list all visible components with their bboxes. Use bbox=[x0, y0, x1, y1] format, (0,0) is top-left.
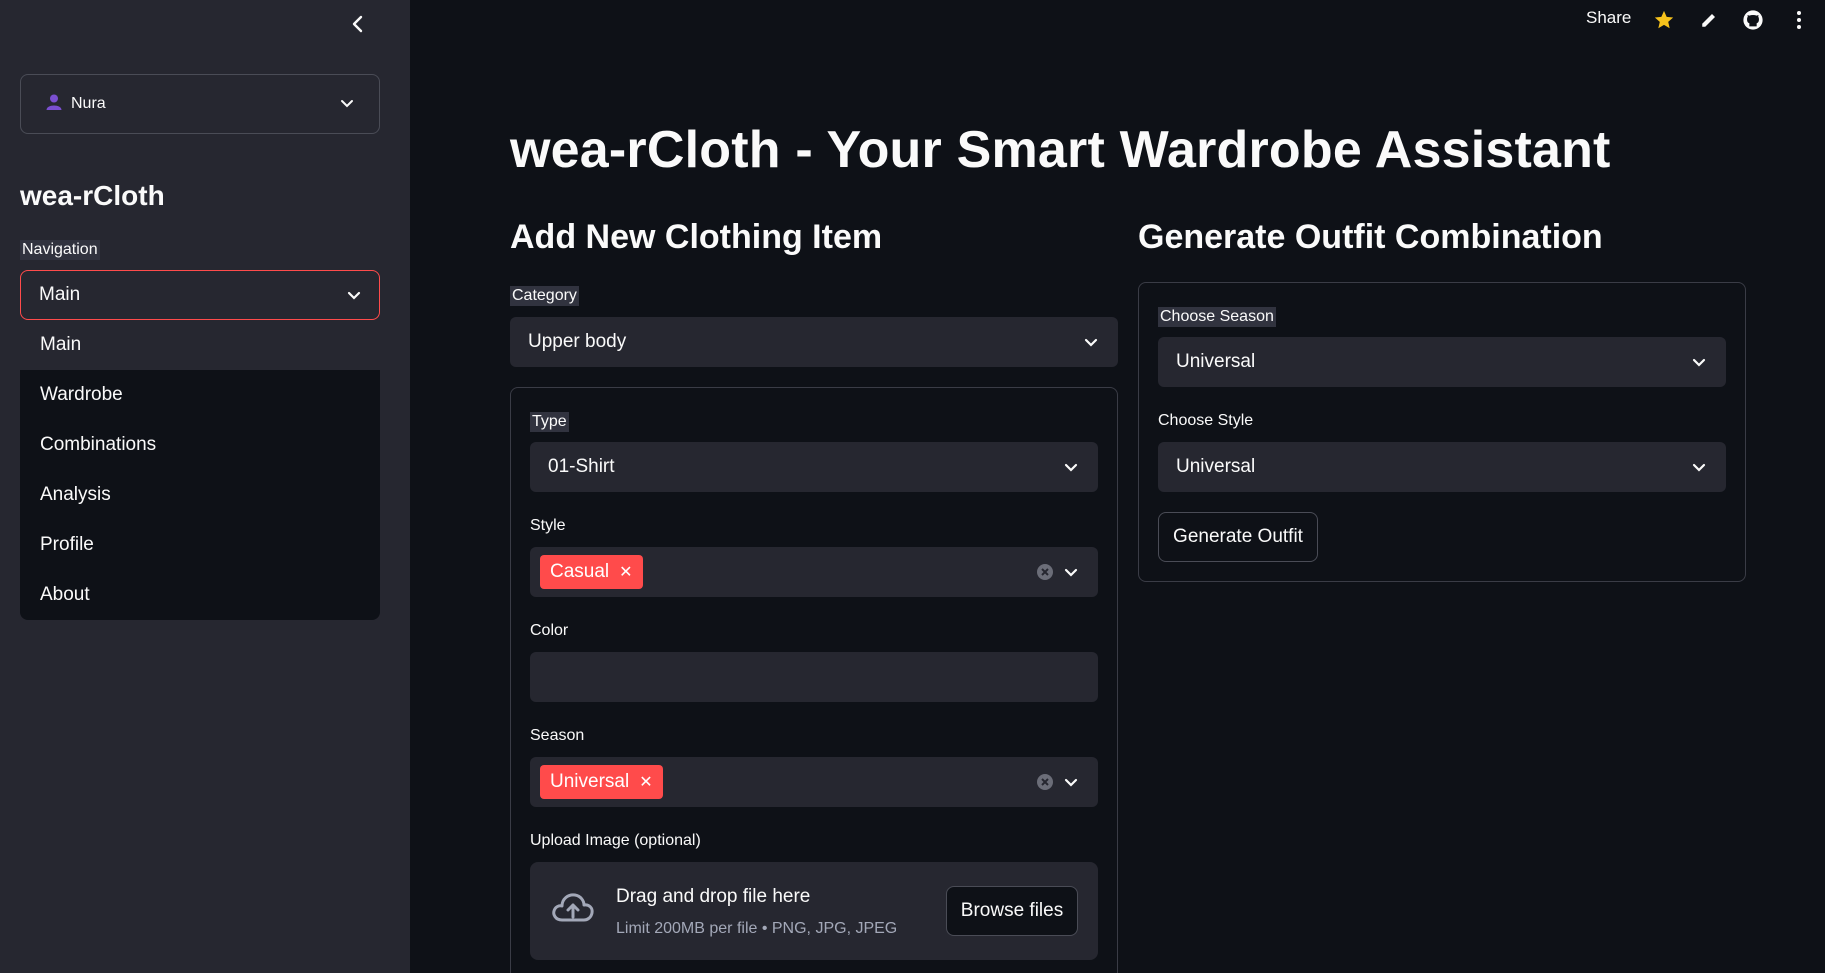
nav-option-main[interactable]: Main bbox=[20, 320, 380, 370]
style-tag-label: Casual bbox=[550, 561, 610, 582]
chevron-down-icon bbox=[339, 95, 355, 116]
github-icon[interactable] bbox=[1741, 8, 1765, 32]
upload-label: Upload Image (optional) bbox=[530, 832, 701, 849]
season-tag: Universal ✕ bbox=[540, 765, 663, 799]
more-vert-icon[interactable] bbox=[1787, 8, 1811, 32]
user-name: Nura bbox=[71, 95, 106, 112]
navigation-dropdown-menu: Main Wardrobe Combinations Analysis Prof… bbox=[20, 320, 380, 620]
cloud-upload-icon bbox=[550, 890, 596, 931]
style-multiselect[interactable]: Casual ✕ bbox=[530, 547, 1098, 597]
type-label: Type bbox=[530, 412, 569, 432]
sidebar-app-title: wea-rCloth bbox=[20, 180, 165, 211]
choose-style-select[interactable]: Universal bbox=[1158, 442, 1726, 492]
browse-files-button[interactable]: Browse files bbox=[946, 886, 1078, 936]
nav-option-profile[interactable]: Profile bbox=[20, 520, 380, 570]
page-title: wea-rCloth - Your Smart Wardrobe Assista… bbox=[510, 121, 1611, 179]
category-select[interactable]: Upper body bbox=[510, 317, 1118, 367]
clear-all-icon[interactable] bbox=[1036, 563, 1054, 587]
nav-option-wardrobe[interactable]: Wardrobe bbox=[20, 370, 380, 420]
collapse-sidebar-button[interactable] bbox=[344, 10, 372, 38]
season-tag-label: Universal bbox=[550, 771, 630, 792]
chevron-down-icon bbox=[1062, 458, 1080, 482]
navigation-selected-value: Main bbox=[39, 284, 81, 305]
color-input[interactable] bbox=[530, 652, 1098, 702]
clear-all-icon[interactable] bbox=[1036, 773, 1054, 797]
file-upload-dropzone[interactable]: Drag and drop file here Limit 200MB per … bbox=[530, 862, 1098, 960]
style-tag: Casual ✕ bbox=[540, 555, 643, 589]
season-multiselect[interactable]: Universal ✕ bbox=[530, 757, 1098, 807]
remove-tag-icon[interactable]: ✕ bbox=[639, 772, 652, 792]
navigation-label: Navigation bbox=[20, 240, 100, 260]
choose-style-value: Universal bbox=[1176, 456, 1256, 477]
choose-style-label: Choose Style bbox=[1158, 412, 1254, 429]
user-select[interactable]: Nura bbox=[20, 74, 380, 134]
season-label: Season bbox=[530, 727, 585, 744]
upload-limits: Limit 200MB per file • PNG, JPG, JPEG bbox=[616, 920, 898, 937]
star-icon[interactable] bbox=[1652, 8, 1676, 32]
share-button[interactable]: Share bbox=[1586, 8, 1631, 28]
choose-season-select[interactable]: Universal bbox=[1158, 337, 1726, 387]
color-label: Color bbox=[530, 622, 569, 639]
chevron-down-icon bbox=[1062, 773, 1080, 797]
navigation-select[interactable]: Main bbox=[20, 270, 380, 320]
pencil-icon[interactable] bbox=[1697, 8, 1721, 32]
remove-tag-icon[interactable]: ✕ bbox=[619, 562, 632, 582]
choose-season-label: Choose Season bbox=[1158, 307, 1276, 327]
upload-title: Drag and drop file here bbox=[616, 886, 811, 907]
user-icon bbox=[45, 93, 63, 116]
type-value: 01-Shirt bbox=[548, 456, 615, 477]
chevron-down-icon bbox=[1690, 458, 1708, 482]
generate-outfit-button[interactable]: Generate Outfit bbox=[1158, 512, 1318, 562]
type-select[interactable]: 01-Shirt bbox=[530, 442, 1098, 492]
chevron-down-icon bbox=[1062, 563, 1080, 587]
chevron-down-icon bbox=[345, 286, 363, 310]
style-label: Style bbox=[530, 517, 566, 534]
choose-season-value: Universal bbox=[1176, 351, 1256, 372]
chevron-down-icon bbox=[1082, 333, 1100, 357]
add-item-heading: Add New Clothing Item bbox=[510, 218, 883, 256]
chevron-left-icon bbox=[352, 15, 363, 33]
category-value: Upper body bbox=[528, 331, 627, 352]
outfit-heading: Generate Outfit Combination bbox=[1138, 218, 1603, 256]
chevron-down-icon bbox=[1690, 353, 1708, 377]
nav-option-combinations[interactable]: Combinations bbox=[20, 420, 380, 470]
nav-option-about[interactable]: About bbox=[20, 570, 380, 620]
nav-option-analysis[interactable]: Analysis bbox=[20, 470, 380, 520]
category-label: Category bbox=[510, 286, 579, 306]
sidebar: Nura wea-rCloth Navigation Main Main War… bbox=[0, 0, 410, 973]
